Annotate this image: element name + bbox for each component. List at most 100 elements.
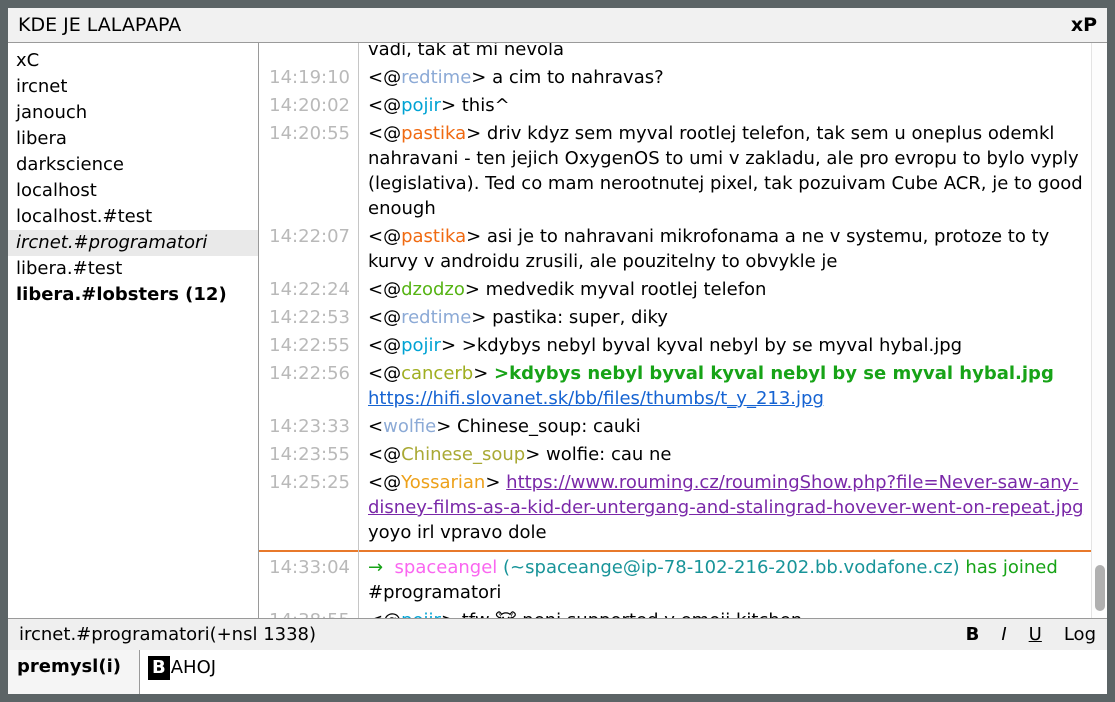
- irc-client-window: KDE JE LALAPAPA xP xCircnetjanouchlibera…: [0, 0, 1115, 702]
- message-text: > >kdybys nebyl byval kyval nebyl by se …: [441, 335, 962, 356]
- sidebar-item-localhost[interactable]: localhost: [8, 178, 258, 204]
- chat-scrollbar[interactable]: [1091, 43, 1107, 618]
- timestamp: 14:33:04: [259, 555, 358, 605]
- chat-message-row: 14:23:33<wolfie> Chinese_soup: cauki: [259, 414, 1092, 439]
- timestamp: 14:22:55: [259, 333, 358, 358]
- message-text: <@: [368, 67, 401, 88]
- message-input[interactable]: B AHOJ: [140, 650, 1107, 694]
- message-text: >kdybys nebyl byval kyval nebyl by se my…: [494, 363, 1054, 384]
- message-text: <@: [368, 123, 401, 144]
- message-text: <@: [368, 472, 401, 493]
- message-body: <wolfie> Chinese_soup: cauki: [358, 414, 1092, 439]
- chat-message-row: 14:22:24<@dzodzo> medvedik myval rootlej…: [259, 277, 1092, 302]
- sidebar-item-darkscience[interactable]: darkscience: [8, 152, 258, 178]
- chat-message-row: 14:22:56<@cancerb> >kdybys nebyl byval k…: [259, 361, 1092, 411]
- message-text: vadi, tak at mi nevola: [368, 43, 564, 60]
- message-body: <@pastika> asi je to nahravani mikrofona…: [358, 224, 1092, 274]
- sidebar-item-janouch[interactable]: janouch: [8, 100, 258, 126]
- chat-message-row: 14:19:10<@redtime> a cim to nahravas?: [259, 65, 1092, 90]
- format-button-i[interactable]: I: [1001, 624, 1006, 645]
- chat-message-row: 14:20:02<@pojir> this^: [259, 93, 1092, 118]
- chat-message-row: 14:25:25<@Yossarian> https://www.rouming…: [259, 470, 1092, 545]
- channel-list: xCircnetjanouchliberadarksciencelocalhos…: [8, 43, 259, 618]
- message-text: <@: [368, 335, 401, 356]
- message-link[interactable]: https://hifi.slovanet.sk/bb/files/thumbs…: [368, 388, 824, 409]
- timestamp: 14:22:53: [259, 305, 358, 330]
- sidebar-item-ircnet.#programatori[interactable]: ircnet.#programatori: [8, 230, 258, 256]
- message-text: (~spaceange@ip-78-102-216-202.bb.vodafon…: [503, 557, 960, 578]
- chat-scrollbar-thumb[interactable]: [1095, 565, 1105, 611]
- nick-pojir: pojir: [401, 335, 441, 356]
- message-text: > pastika: super, diky: [471, 307, 668, 328]
- timestamp: 14:19:10: [259, 65, 358, 90]
- message-text: <@: [368, 226, 401, 247]
- message-text: > a cim to nahravas?: [471, 67, 663, 88]
- message-text: > driv kdyz sem myval rootlej telefon, t…: [368, 123, 1083, 219]
- timestamp: [259, 43, 358, 62]
- message-body: <@redtime> a cim to nahravas?: [358, 65, 1092, 90]
- format-button-u[interactable]: U: [1029, 624, 1042, 645]
- message-body: <@Yossarian> https://www.rouming.cz/roum…: [358, 470, 1092, 545]
- channel-status-text: ircnet.#programatori(+nsl 1338): [19, 624, 966, 645]
- titlebar-right-label[interactable]: xP: [1071, 14, 1097, 36]
- titlebar: KDE JE LALAPAPA xP: [8, 8, 1107, 43]
- format-button-b[interactable]: B: [966, 624, 980, 645]
- main-area: xCircnetjanouchliberadarksciencelocalhos…: [8, 43, 1107, 618]
- message-text: > asi je to nahravani mikrofonama a ne v…: [368, 226, 1049, 272]
- sidebar-item-libera[interactable]: libera: [8, 126, 258, 152]
- message-text: > Chinese_soup: cauki: [436, 416, 641, 437]
- message-list: vadi, tak at mi nevola14:19:10<@redtime>…: [259, 43, 1092, 618]
- nick-wolfie: wolfie: [383, 416, 436, 437]
- sidebar-item-libera.#test[interactable]: libera.#test: [8, 256, 258, 282]
- sidebar-item-libera.#lobsters-12-[interactable]: libera.#lobsters (12): [8, 282, 258, 308]
- message-text: >: [485, 472, 506, 493]
- nick-chinese-soup: Chinese_soup: [401, 444, 525, 465]
- format-button-log[interactable]: Log: [1064, 624, 1096, 645]
- message-body: <@cancerb> >kdybys nebyl byval kyval neb…: [358, 361, 1092, 411]
- message-input-text: AHOJ: [171, 656, 216, 680]
- message-text: > tfw 🐮 neni supported v emoji kitchen: [441, 610, 802, 618]
- nick-pastika: pastika: [401, 123, 466, 144]
- message-body: vadi, tak at mi nevola: [358, 43, 1092, 62]
- input-row: premysl(i) B AHOJ: [8, 650, 1107, 694]
- chat-area: vadi, tak at mi nevola14:19:10<@redtime>…: [259, 43, 1107, 618]
- message-text: <@: [368, 95, 401, 116]
- message-body: <@pojir> this^: [358, 93, 1092, 118]
- message-body: <@redtime> pastika: super, diky: [358, 305, 1092, 330]
- message-body: <@pojir> tfw 🐮 neni supported v emoji ki…: [358, 608, 1092, 618]
- unread-marker-line: [259, 550, 1092, 552]
- status-bar: ircnet.#programatori(+nsl 1338) BI U Log: [8, 618, 1107, 650]
- sidebar-item-ircnet[interactable]: ircnet: [8, 74, 258, 100]
- timestamp: 14:22:24: [259, 277, 358, 302]
- message-body: <@pojir> >kdybys nebyl byval kyval nebyl…: [358, 333, 1092, 358]
- message-text: yoyo irl vpravo dole: [368, 522, 547, 543]
- message-text: > wolfie: cau ne: [525, 444, 671, 465]
- nick-redtime: redtime: [401, 67, 471, 88]
- message-text: #programatori: [368, 582, 501, 603]
- nick-pojir: pojir: [401, 610, 441, 618]
- nick-redtime: redtime: [401, 307, 471, 328]
- chat-message-row: 14:38:55<@pojir> tfw 🐮 neni supported v …: [259, 608, 1092, 618]
- sidebar-item-xc[interactable]: xC: [8, 48, 258, 74]
- chat-message-row: vadi, tak at mi nevola: [259, 43, 1092, 62]
- timestamp: 14:38:55: [259, 608, 358, 618]
- message-text: >: [473, 363, 494, 384]
- timestamp: 14:20:02: [259, 93, 358, 118]
- chat-message-row: 14:20:55<@pastika> driv kdyz sem myval r…: [259, 121, 1092, 221]
- message-text: <@: [368, 279, 401, 300]
- timestamp: 14:23:33: [259, 414, 358, 439]
- nick-cancerb: cancerb: [401, 363, 473, 384]
- message-body: <@dzodzo> medvedik myval rootlej telefon: [358, 277, 1092, 302]
- message-text: > medvedik myval rootlej telefon: [465, 279, 767, 300]
- timestamp: 14:20:55: [259, 121, 358, 221]
- sidebar-item-localhost.#test[interactable]: localhost.#test: [8, 204, 258, 230]
- timestamp: 14:25:25: [259, 470, 358, 545]
- message-text: <: [368, 416, 383, 437]
- nick-label: premysl(i): [8, 650, 140, 694]
- timestamp: 14:23:55: [259, 442, 358, 467]
- chat-message-row: 14:22:55<@pojir> >kdybys nebyl byval kyv…: [259, 333, 1092, 358]
- message-text: <@: [368, 307, 401, 328]
- window-title: KDE JE LALAPAPA: [18, 14, 1071, 36]
- message-text: [383, 557, 394, 578]
- message-body: <@pastika> driv kdyz sem myval rootlej t…: [358, 121, 1092, 221]
